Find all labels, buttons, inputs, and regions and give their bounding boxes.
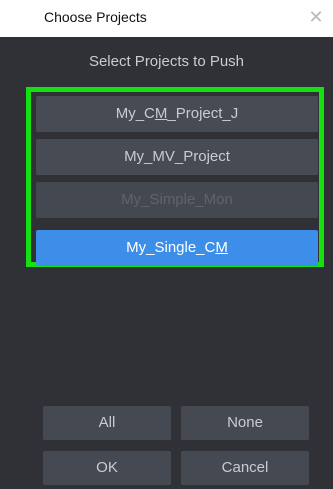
project-button-my-mv-project[interactable]: My_MV_Project: [36, 139, 318, 175]
project-label-mnemonic: M: [154, 105, 168, 122]
none-button[interactable]: None: [181, 406, 309, 440]
cancel-button-label: Cancel: [221, 459, 269, 476]
project-label-suffix: _Project_J: [167, 105, 239, 122]
project-label: My_C: [115, 105, 155, 122]
project-label: My_Single_C: [126, 239, 216, 256]
ok-button-label: OK: [96, 459, 118, 476]
project-button-my-simple-mon: My_Simple_Mon: [36, 182, 318, 218]
choose-projects-dialog: Choose Projects ✕ Select Projects to Pus…: [0, 0, 333, 489]
all-button-label: All: [98, 414, 116, 431]
dialog-heading: Select Projects to Push: [88, 53, 245, 70]
project-button-my-cm-project-j[interactable]: My_CM_Project_J: [36, 96, 318, 132]
close-icon: ✕: [308, 7, 324, 27]
window-title: Choose Projects: [44, 9, 147, 25]
all-button[interactable]: All: [43, 406, 171, 440]
close-button[interactable]: ✕: [305, 6, 327, 28]
project-label: My_Simple_Mon: [121, 191, 233, 208]
none-button-label: None: [227, 414, 263, 431]
project-label: My_MV_Project: [124, 148, 230, 165]
project-label-mnemonic: M: [215, 239, 228, 256]
project-button-my-single-cm[interactable]: My_Single_CM: [36, 230, 318, 266]
dialog-body: Select Projects to Push My_CM_Project_J …: [0, 37, 333, 489]
cancel-button[interactable]: Cancel: [181, 451, 309, 485]
ok-button[interactable]: OK: [43, 451, 171, 485]
title-bar: Choose Projects ✕: [0, 0, 333, 37]
